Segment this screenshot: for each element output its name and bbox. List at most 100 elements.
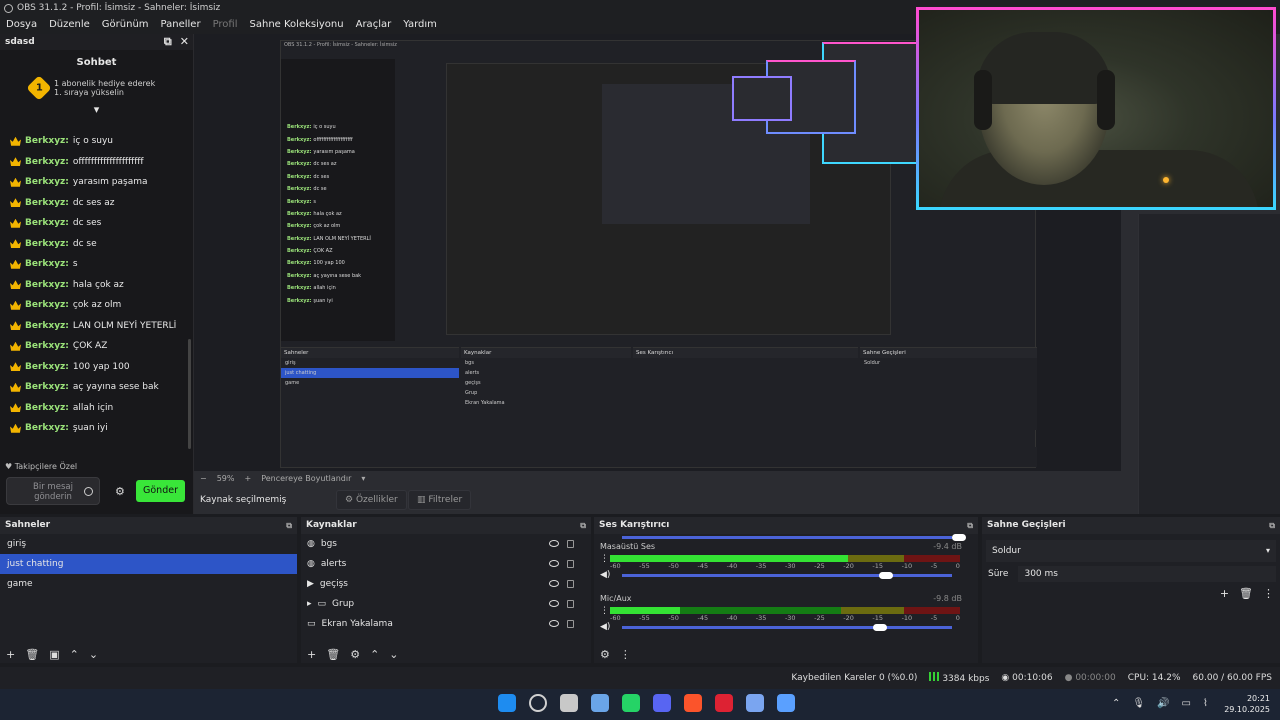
kebab-icon[interactable]: ⋮ — [620, 648, 631, 661]
menu-view[interactable]: Görünüm — [96, 16, 155, 34]
close-icon[interactable]: ✕ — [180, 34, 189, 50]
chevron-down-icon[interactable]: ▾ — [0, 102, 193, 118]
undock-icon[interactable]: ⧉ — [1269, 517, 1275, 534]
speaker-icon[interactable]: ◀) — [600, 570, 610, 580]
obs-icon[interactable] — [715, 694, 733, 712]
menu-tools[interactable]: Araçlar — [350, 16, 398, 34]
chat-input[interactable]: Bir mesaj gönderin — [6, 477, 100, 505]
chat-username[interactable]: Berkxyz: — [25, 136, 69, 146]
app-icon[interactable] — [746, 694, 764, 712]
eye-icon[interactable] — [549, 540, 559, 547]
undock-icon[interactable]: ⧉ — [164, 34, 172, 50]
filter-icon[interactable]: ▣ — [49, 648, 59, 661]
speaker-icon[interactable]: ◀) — [600, 622, 610, 632]
move-down-icon[interactable]: ⌄ — [389, 648, 398, 661]
trash-icon[interactable]: 🗑 — [1239, 587, 1253, 600]
search-icon[interactable] — [529, 694, 547, 712]
windows-start-icon[interactable] — [498, 694, 516, 712]
chat-username[interactable]: Berkxyz: — [25, 218, 69, 228]
chat-username[interactable]: Berkxyz: — [25, 321, 69, 331]
lock-icon[interactable] — [567, 600, 574, 608]
emoji-icon[interactable] — [84, 487, 93, 496]
gear-icon[interactable]: ⚙ — [350, 648, 360, 661]
chat-username[interactable]: Berkxyz: — [25, 362, 69, 372]
discord-icon[interactable] — [653, 694, 671, 712]
add-icon[interactable]: + — [307, 648, 316, 661]
chevron-up-icon[interactable]: ⌃ — [1112, 698, 1120, 709]
gear-icon[interactable]: ⚙ — [115, 485, 125, 498]
chat-username[interactable]: Berkxyz: — [25, 177, 69, 187]
mic-icon[interactable]: 🎙 — [1132, 698, 1145, 709]
brave-icon[interactable] — [684, 694, 702, 712]
chevron-down-icon[interactable]: ▾ — [361, 474, 365, 483]
undock-icon[interactable]: ⧉ — [286, 517, 292, 534]
undock-icon[interactable]: ⧉ — [967, 517, 973, 534]
source-item[interactable]: ▸ ▭ Grup — [301, 594, 591, 614]
undock-icon[interactable]: ⧉ — [580, 517, 586, 534]
lock-icon[interactable] — [567, 540, 574, 548]
transition-select[interactable]: Soldur ▾ — [986, 540, 1276, 562]
wifi-icon[interactable]: ⌇ — [1203, 698, 1208, 709]
eye-icon[interactable] — [549, 620, 559, 627]
zoom-out-button[interactable]: − — [200, 474, 207, 483]
chat-username[interactable]: Berkxyz: — [25, 239, 69, 249]
source-item[interactable]: ▶ geçişs — [301, 574, 591, 594]
app-g-icon[interactable] — [777, 694, 795, 712]
clock[interactable]: 20:21 29.10.2025 — [1224, 693, 1270, 715]
sub-gift-banner[interactable]: 1 1 abonelik hediye ederek 1. sıraya yüks… — [0, 74, 193, 102]
mixer-settings-icon[interactable]: ⚙ — [600, 648, 610, 661]
send-button[interactable]: Gönder — [136, 480, 185, 502]
menu-scene-collection[interactable]: Sahne Koleksiyonu — [244, 16, 350, 34]
add-icon[interactable]: + — [1220, 587, 1229, 600]
lock-icon[interactable] — [567, 580, 574, 588]
chat-username[interactable]: Berkxyz: — [25, 382, 69, 392]
filters-button[interactable]: ▥ Filtreler — [408, 490, 472, 510]
properties-button[interactable]: ⚙ Özellikler — [336, 490, 407, 510]
chat-username[interactable]: Berkxyz: — [25, 157, 69, 167]
chat-scrollbar[interactable] — [188, 339, 191, 449]
trash-icon[interactable]: 🗑 — [326, 648, 340, 661]
network-icon[interactable]: ▭ — [1182, 698, 1191, 709]
chat-username[interactable]: Berkxyz: — [25, 198, 69, 208]
scene-item-selected[interactable]: just chatting — [0, 554, 297, 574]
duration-input[interactable]: 300 ms — [1018, 566, 1276, 582]
expand-icon[interactable]: ▸ — [307, 594, 312, 614]
eye-icon[interactable] — [549, 560, 559, 567]
kebab-icon[interactable]: ⋮ — [600, 606, 609, 616]
file-explorer-icon[interactable] — [560, 694, 578, 712]
menu-help[interactable]: Yardım — [397, 16, 443, 34]
whatsapp-icon[interactable] — [622, 694, 640, 712]
menu-file[interactable]: Dosya — [0, 16, 43, 34]
steam-icon[interactable] — [591, 694, 609, 712]
menu-profile[interactable]: Profil — [207, 16, 244, 34]
move-up-icon[interactable]: ⌃ — [70, 648, 79, 661]
volume-slider[interactable] — [872, 624, 887, 631]
move-down-icon[interactable]: ⌄ — [89, 648, 98, 661]
trash-icon[interactable]: 🗑 — [25, 648, 39, 661]
chat-username[interactable]: Berkxyz: — [25, 280, 69, 290]
kebab-icon[interactable]: ⋮ — [1263, 587, 1274, 600]
kebab-icon[interactable]: ⋮ — [600, 554, 609, 564]
scene-item[interactable]: game — [0, 574, 297, 594]
speaker-icon[interactable]: 🔊 — [1157, 698, 1169, 709]
eye-icon[interactable] — [549, 580, 559, 587]
move-up-icon[interactable]: ⌃ — [370, 648, 379, 661]
source-item[interactable]: ◍ alerts — [301, 554, 591, 574]
chat-username[interactable]: Berkxyz: — [25, 300, 69, 310]
add-icon[interactable]: + — [6, 648, 15, 661]
menu-edit[interactable]: Düzenle — [43, 16, 96, 34]
source-item[interactable]: ◍ bgs — [301, 534, 591, 554]
fit-to-window-dropdown[interactable]: Pencereye Boyutlandır — [261, 474, 351, 483]
zoom-in-button[interactable]: + — [244, 474, 251, 483]
lock-icon[interactable] — [567, 560, 574, 568]
chat-username[interactable]: Berkxyz: — [25, 403, 69, 413]
scene-item[interactable]: giriş — [0, 534, 297, 554]
chat-username[interactable]: Berkxyz: — [25, 423, 69, 433]
eye-icon[interactable] — [549, 600, 559, 607]
volume-slider[interactable] — [879, 572, 894, 579]
source-item[interactable]: ▭ Ekran Yakalama — [301, 614, 591, 634]
chat-username[interactable]: Berkxyz: — [25, 259, 69, 269]
menu-docks[interactable]: Paneller — [155, 16, 207, 34]
chat-username[interactable]: Berkxyz: — [25, 341, 69, 351]
lock-icon[interactable] — [567, 620, 574, 628]
